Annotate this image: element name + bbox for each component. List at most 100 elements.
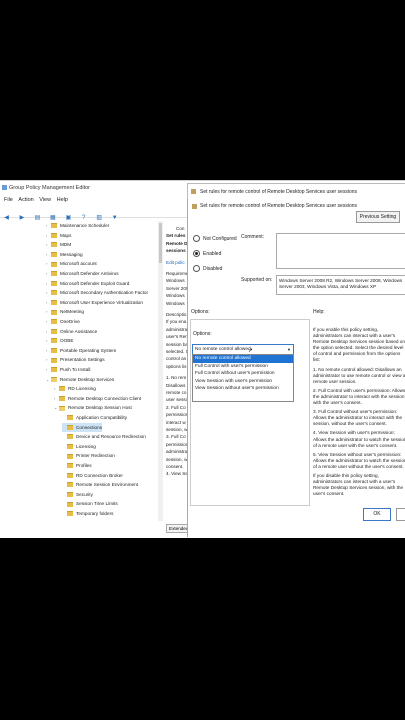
tree-item[interactable]: Printer Redirection bbox=[62, 451, 115, 460]
description-line: If you ena bbox=[166, 319, 187, 325]
radio-label: Disabled bbox=[203, 265, 223, 272]
dropdown-option[interactable]: Full Control with user's permission bbox=[193, 363, 293, 371]
description-line: Remote D bbox=[166, 240, 188, 246]
tree-item[interactable]: Licensing bbox=[62, 442, 96, 451]
description-line: session, w bbox=[166, 456, 188, 462]
tree-item[interactable]: › Remote Desktop Connection Client bbox=[54, 394, 141, 403]
tree-item[interactable]: › OneDrive bbox=[46, 317, 80, 326]
help-paragraph: If you enable this policy setting, admin… bbox=[313, 327, 405, 363]
tree-item[interactable]: › OOBE bbox=[46, 336, 74, 345]
folder-icon bbox=[67, 511, 73, 517]
dropdown-value: No remote control allowed bbox=[195, 347, 251, 352]
tree-item[interactable]: Profiles bbox=[62, 461, 92, 470]
menu-view[interactable]: View bbox=[39, 195, 51, 205]
tree-item-label: OneDrive bbox=[60, 319, 80, 324]
cancel-button[interactable] bbox=[396, 508, 405, 521]
tree-item-label: Microsoft User Experience Virtualization bbox=[60, 299, 144, 305]
folder-icon bbox=[67, 463, 73, 469]
tree-item[interactable]: › Online Assistance bbox=[46, 327, 97, 336]
folder-icon bbox=[67, 501, 73, 507]
tree-item[interactable]: › MDM bbox=[46, 240, 71, 249]
description-line: Windows bbox=[166, 300, 185, 306]
tree-item-label: MDM bbox=[60, 242, 72, 248]
tree-item-label: Profiles bbox=[76, 463, 92, 468]
description-line: sessions bbox=[166, 248, 186, 254]
tree-item[interactable]: › Portable Operating System bbox=[46, 346, 116, 355]
tree-item[interactable]: Device and Resource Redirection bbox=[62, 432, 146, 441]
tree-item[interactable]: › Microsoft User Experience Virtualizatio… bbox=[46, 298, 143, 307]
folder-icon bbox=[51, 319, 57, 325]
description-line: 2. Full Co bbox=[166, 404, 186, 410]
description-line: permission bbox=[166, 441, 188, 447]
tree-item[interactable]: Application Compatibility bbox=[62, 413, 127, 422]
folder-icon bbox=[67, 472, 73, 478]
folder-icon bbox=[51, 261, 57, 267]
radio-circle bbox=[193, 235, 200, 242]
tree-item-label: Portable Operating System bbox=[60, 347, 117, 353]
dropdown-option[interactable]: View Session without user's permission bbox=[193, 385, 293, 393]
tree-item[interactable]: › Messaging bbox=[46, 250, 83, 259]
tree-item[interactable]: › NetMeeting bbox=[46, 307, 84, 316]
tree-item[interactable]: ⌄ Remote Desktop Session Host bbox=[54, 403, 132, 412]
radio-label: Not Configured bbox=[203, 235, 237, 242]
tree-item[interactable]: › Push To Install bbox=[46, 365, 90, 374]
comment-textarea[interactable] bbox=[276, 233, 405, 269]
tree-item[interactable]: › Presentation Settings bbox=[46, 355, 105, 364]
menu-help[interactable]: Help bbox=[57, 195, 68, 205]
tree-item[interactable]: Remote Session Environment bbox=[62, 480, 138, 489]
tree-item-label: Security bbox=[76, 491, 93, 497]
description-line: remote co bbox=[166, 390, 187, 395]
tree-item[interactable]: › Maintenance Scheduler bbox=[46, 221, 109, 230]
folder-icon bbox=[67, 453, 73, 459]
tree-item[interactable]: › Microsoft Defender Exploit Guard bbox=[46, 279, 129, 288]
tree-item-label: OOBE bbox=[60, 338, 74, 344]
folder-icon bbox=[51, 280, 57, 286]
help-paragraph: 1. No remote control allowed: Disallows … bbox=[313, 366, 405, 384]
tree-item[interactable]: › Microsoft Defender Antivirus bbox=[46, 269, 119, 278]
previous-setting-button[interactable]: Previous Setting bbox=[356, 211, 400, 223]
folder-icon bbox=[51, 242, 57, 248]
radio-not-configured[interactable]: Not Configured bbox=[193, 235, 237, 242]
folder-icon bbox=[67, 482, 73, 488]
tree-item-label: Online Assistance bbox=[60, 328, 98, 334]
tree-item[interactable]: Session Time Limits bbox=[62, 499, 118, 508]
dropdown-option[interactable]: Full Control without user's permission bbox=[193, 370, 293, 378]
description-line: selected. S bbox=[166, 349, 188, 354]
tree-item-label: Session Time Limits bbox=[76, 501, 118, 507]
tree-item[interactable]: › RD Licensing bbox=[54, 384, 96, 393]
radio-disabled[interactable]: Disabled bbox=[193, 265, 222, 272]
folder-icon bbox=[59, 405, 65, 411]
description-line: Windows bbox=[166, 278, 185, 284]
dropdown-option[interactable]: View Session with user's permission bbox=[193, 378, 293, 386]
folder-icon bbox=[59, 386, 65, 392]
description-line: control an bbox=[166, 356, 187, 362]
tree-item[interactable]: › Microsoft Secondary Authentication Fact… bbox=[46, 288, 148, 297]
tree-item-label: Presentation Settings bbox=[60, 357, 105, 363]
tree-scrollbar[interactable] bbox=[158, 221, 163, 521]
tree-item[interactable]: Temporary folders bbox=[62, 509, 114, 518]
dropdown-option[interactable]: No remote control allowed bbox=[193, 355, 293, 363]
description-line: Set rules bbox=[166, 233, 186, 239]
folder-icon bbox=[51, 338, 57, 344]
description-line: session ba bbox=[166, 341, 188, 347]
tree-item[interactable]: › Maps bbox=[46, 231, 71, 240]
tree-item-label: Remote Desktop Connection Client bbox=[68, 395, 142, 401]
tree-item[interactable]: › Microsoft account bbox=[46, 259, 97, 268]
tree-item[interactable]: RD Connection Broker bbox=[62, 471, 123, 480]
options-inner-label: Options: bbox=[193, 331, 212, 337]
tree-item[interactable]: Security bbox=[62, 490, 93, 499]
tree-item[interactable]: ⌄ Remote Desktop Services bbox=[46, 375, 114, 384]
radio-enabled[interactable]: Enabled bbox=[193, 250, 221, 257]
folder-icon bbox=[51, 348, 57, 354]
folder-icon bbox=[67, 434, 73, 440]
tree-item-label: Maintenance Scheduler bbox=[60, 223, 110, 228]
description-line: administra bbox=[166, 326, 188, 332]
menu-action[interactable]: Action bbox=[18, 195, 33, 205]
folder-icon bbox=[51, 328, 57, 334]
description-line: 3. Full Co bbox=[166, 434, 186, 440]
tree-item[interactable]: Connections bbox=[62, 422, 103, 432]
menu-file[interactable]: File bbox=[4, 195, 13, 205]
ok-button[interactable]: OK bbox=[363, 508, 391, 521]
scrollbar-thumb[interactable] bbox=[159, 223, 162, 263]
tree-item-label: Messaging bbox=[60, 251, 83, 257]
